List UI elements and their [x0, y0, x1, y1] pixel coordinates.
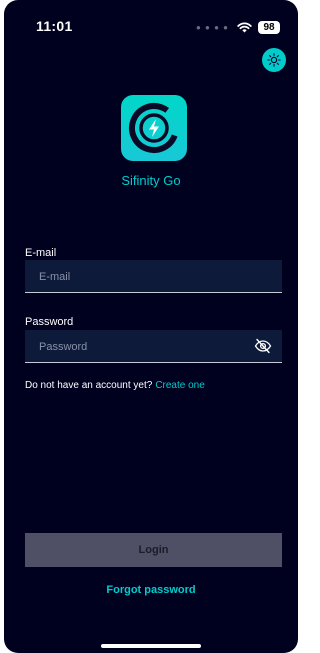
battery-icon: 98 [258, 20, 280, 34]
eye-off-icon[interactable] [254, 338, 272, 354]
home-indicator[interactable] [101, 644, 201, 648]
email-field-container [25, 260, 282, 294]
app-screen: 11:01 ● ● ● ● 98 Sifinity Go E-mail E-ma… [4, 0, 298, 653]
email-field[interactable] [37, 260, 251, 294]
password-label: Password [25, 316, 74, 328]
status-icons: ● ● ● ● 98 [196, 20, 280, 34]
status-time: 11:01 [36, 18, 73, 34]
wifi-icon [237, 21, 252, 32]
sun-icon [267, 53, 281, 67]
forgot-password-link[interactable]: Forgot password [4, 584, 298, 596]
email-label: E-mail [25, 247, 57, 259]
signal-icon: ● ● ● ● [196, 22, 229, 32]
status-bar: 11:01 ● ● ● ● 98 [4, 0, 298, 44]
app-name: Sifinity Go [121, 173, 181, 188]
login-button[interactable]: Login [25, 533, 282, 567]
create-account-link[interactable]: Create one [155, 380, 204, 391]
sifinity-bolt-logo-icon [129, 103, 179, 153]
app-logo [121, 95, 187, 161]
theme-toggle-button[interactable] [262, 48, 286, 72]
password-field-container [25, 330, 282, 364]
signup-prompt-text: Do not have an account yet? [25, 380, 153, 391]
password-field[interactable] [37, 330, 251, 364]
signup-prompt: Do not have an account yet? Create one [25, 380, 205, 391]
